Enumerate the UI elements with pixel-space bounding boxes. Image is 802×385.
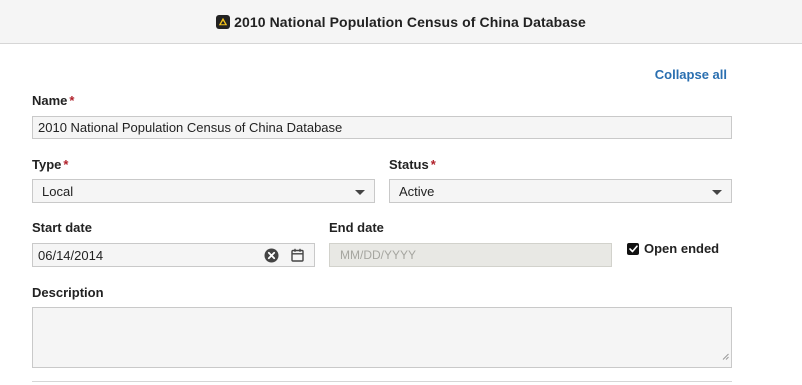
end-date-label: End date: [329, 220, 384, 235]
name-field[interactable]: 2010 National Population Census of China…: [32, 116, 732, 139]
start-date-label: Start date: [32, 220, 92, 235]
type-label-text: Type: [32, 157, 62, 172]
start-date-label-text: Start date: [32, 220, 92, 235]
status-select[interactable]: Active: [389, 179, 732, 203]
end-date-label-text: End date: [329, 220, 384, 235]
start-date-value: 06/14/2014: [38, 247, 104, 263]
required-marker: *: [430, 157, 436, 172]
description-label: Description: [32, 285, 104, 300]
end-date-field[interactable]: MM/DD/YYYY: [329, 243, 612, 267]
type-select-value: Local: [42, 183, 74, 199]
header-title-group: 2010 National Population Census of China…: [216, 14, 586, 30]
calendar-icon[interactable]: [289, 247, 305, 263]
chevron-down-icon: [355, 190, 365, 195]
status-label-text: Status: [389, 157, 429, 172]
clear-date-icon[interactable]: [263, 247, 279, 263]
description-label-text: Description: [32, 285, 104, 300]
page-title: 2010 National Population Census of China…: [234, 13, 586, 30]
section-divider: [32, 381, 732, 382]
chevron-down-icon: [712, 190, 722, 195]
open-ended-label: Open ended: [644, 241, 720, 256]
description-textarea[interactable]: [32, 307, 732, 368]
name-label-text: Name: [32, 93, 68, 108]
name-field-value: 2010 National Population Census of China…: [38, 120, 343, 135]
resize-grip-icon[interactable]: [722, 347, 729, 365]
collapse-all-link[interactable]: Collapse all: [655, 67, 727, 82]
open-ended-checkbox[interactable]: [627, 242, 639, 255]
end-date-placeholder: MM/DD/YYYY: [340, 248, 417, 262]
open-ended-option[interactable]: Open ended: [627, 241, 719, 256]
status-select-value: Active: [399, 183, 435, 199]
name-label: Name *: [32, 93, 74, 108]
resource-icon: [216, 14, 231, 29]
required-marker: *: [63, 157, 69, 172]
type-select[interactable]: Local: [32, 179, 375, 203]
type-label: Type *: [32, 157, 68, 172]
required-marker: *: [69, 93, 75, 108]
start-date-field[interactable]: 06/14/2014: [32, 243, 315, 267]
window-header: 2010 National Population Census of China…: [0, 0, 802, 44]
status-label: Status *: [389, 157, 436, 172]
